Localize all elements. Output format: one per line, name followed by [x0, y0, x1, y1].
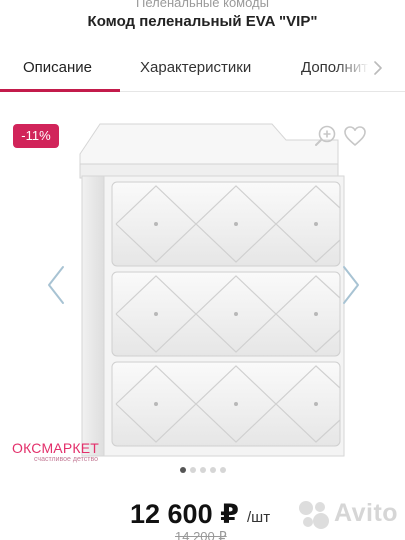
product-image[interactable]	[76, 110, 346, 460]
chevron-right-icon[interactable]	[369, 58, 387, 78]
avito-logo-icon	[299, 501, 329, 529]
breadcrumb[interactable]: Пеленальные комоды	[0, 0, 405, 10]
store-logo-tagline: счастливое детство	[34, 456, 98, 463]
heart-icon[interactable]	[343, 125, 367, 147]
gallery-dot[interactable]	[210, 467, 216, 473]
avito-watermark: Avito	[296, 497, 399, 533]
page-title: Комод пеленальный EVA "VIP"	[87, 13, 318, 30]
zoom-in-icon[interactable]	[313, 124, 337, 148]
active-tab-indicator	[0, 89, 120, 92]
product-page: Пеленальные комоды Комод пеленальный EVA…	[0, 0, 405, 540]
gallery-dot[interactable]	[220, 467, 226, 473]
chevron-right-icon[interactable]	[340, 264, 362, 306]
price-unit: /шт	[247, 509, 271, 526]
current-price: 12 600 ₽	[130, 499, 239, 529]
drawer-3	[111, 361, 341, 447]
tab-description[interactable]: Описание	[23, 59, 92, 76]
old-price: 14 200 ₽	[175, 529, 227, 540]
gallery-dot[interactable]	[190, 467, 196, 473]
store-logo: ОКСМАРКЕТ счастливое детство	[12, 440, 132, 470]
tab-bar: Описание Характеристики Дополнительно	[0, 46, 405, 92]
gallery-pagination	[0, 467, 405, 477]
gallery-dot[interactable]	[200, 467, 206, 473]
gallery-dot[interactable]	[180, 467, 186, 473]
drawer-2	[111, 271, 341, 357]
store-logo-name: ОКСМАРКЕТ	[12, 440, 100, 456]
header: Пеленальные комоды Комод пеленальный EVA…	[0, 0, 405, 40]
discount-badge: -11%	[13, 124, 59, 148]
tab-characteristics[interactable]: Характеристики	[140, 59, 251, 76]
drawer-1	[111, 181, 341, 267]
watermark-text: Avito	[334, 499, 399, 527]
chevron-left-icon[interactable]	[45, 264, 67, 306]
